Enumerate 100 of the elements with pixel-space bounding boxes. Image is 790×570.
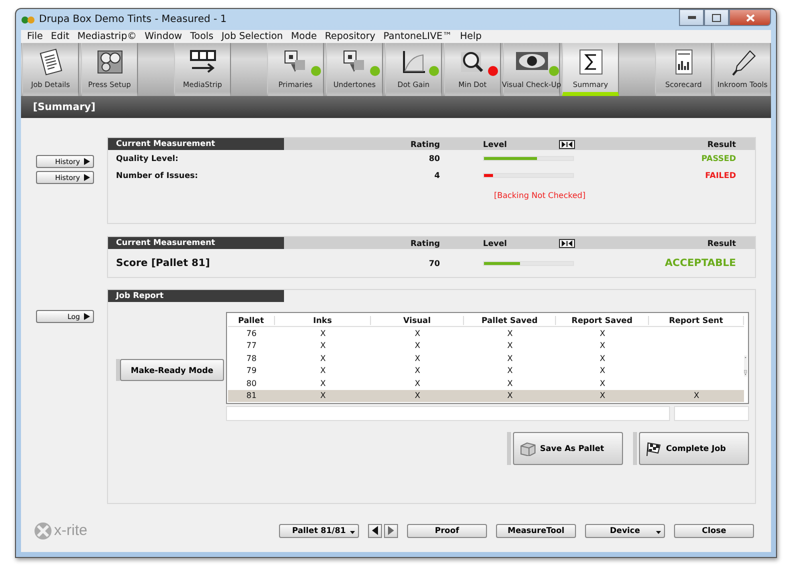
menu-item[interactable]: Help xyxy=(456,31,486,42)
metric-label: Number of Issues: xyxy=(115,171,199,180)
save-as-pallet-button[interactable]: Save As Pallet xyxy=(513,432,623,465)
column-header: Result xyxy=(707,238,737,248)
column-header: Result xyxy=(707,140,737,148)
footer-button[interactable]: MeasureTool xyxy=(496,524,576,538)
table-cell: X xyxy=(600,366,606,376)
table-row[interactable]: 79 X X X X xyxy=(228,364,744,377)
table-cell: X xyxy=(507,378,513,388)
table-row[interactable]: 80 X X X X xyxy=(228,377,744,390)
table-cell: 79 xyxy=(246,366,257,376)
table-cell: X xyxy=(600,328,606,338)
complete-job-button[interactable]: Complete Job xyxy=(639,432,749,465)
pallet-dropdown[interactable]: Pallet 81/81 xyxy=(279,524,359,538)
table-cell: 80 xyxy=(246,378,257,388)
footer-button[interactable]: Device xyxy=(585,524,665,538)
minimize-icon xyxy=(688,16,696,19)
input-field[interactable] xyxy=(226,406,670,421)
make-ready-mode-button[interactable]: Make-Ready Mode xyxy=(120,359,224,381)
footer-button[interactable]: Close xyxy=(674,524,754,538)
table-cell: X xyxy=(507,366,513,376)
column-header: Rating xyxy=(409,238,440,248)
table-row[interactable]: 77 X X X X xyxy=(228,340,744,352)
table-cell: X xyxy=(320,354,326,363)
column-header: Report Saved xyxy=(556,316,649,324)
table-cell: X xyxy=(320,366,326,376)
menu-item[interactable]: Mediastrip© xyxy=(73,31,141,42)
rating-value: 80 xyxy=(428,154,440,163)
table-row[interactable]: 81 X X X X X xyxy=(228,390,744,402)
checkered-flag-icon xyxy=(646,442,662,456)
panel-title: Current Measurement xyxy=(108,138,284,150)
table-cell: 76 xyxy=(246,328,257,338)
caret-icon xyxy=(656,530,661,534)
input-field[interactable] xyxy=(674,406,749,421)
app-icon xyxy=(21,14,35,26)
column-header: Pallet xyxy=(228,316,275,324)
table-cell: 78 xyxy=(246,354,257,363)
menu-item[interactable]: Window xyxy=(140,31,186,42)
table-row[interactable]: 78 X X X X xyxy=(228,352,744,364)
x-mark-icon xyxy=(34,522,52,540)
column-header: Report Sent xyxy=(649,316,744,324)
close-window-button[interactable] xyxy=(729,9,771,26)
table-cell: X xyxy=(600,341,606,350)
section-title: [Summary] xyxy=(33,102,96,112)
table-cell: X xyxy=(507,328,513,338)
play-arrow-icon xyxy=(84,174,90,181)
table-cell: X xyxy=(600,354,606,363)
table-cell: X xyxy=(414,366,420,376)
close-icon xyxy=(746,14,754,22)
minimize-button[interactable] xyxy=(679,9,704,26)
table-cell: X xyxy=(600,378,606,388)
table-cell: X xyxy=(320,341,326,350)
menu-item[interactable]: Mode xyxy=(286,31,321,42)
footer-button[interactable]: Proof xyxy=(407,524,487,538)
table-cell: X xyxy=(414,328,420,338)
table-cell: X xyxy=(320,391,326,400)
right-arrow-icon xyxy=(388,526,394,535)
table-cell: X xyxy=(694,391,700,400)
table-cell: X xyxy=(414,354,420,363)
play-arrow-icon xyxy=(84,158,90,165)
rating-value: 70 xyxy=(428,259,440,268)
result-label: PASSED xyxy=(701,154,737,163)
column-header: Level xyxy=(483,140,508,148)
table-row[interactable]: 76 X X X X xyxy=(228,327,744,340)
warning-note: [Backing Not Checked] xyxy=(494,190,586,200)
press-setup-icon xyxy=(94,48,124,76)
play-arrow-icon xyxy=(84,313,90,320)
toggle-icon[interactable] xyxy=(559,238,575,248)
next-button[interactable] xyxy=(384,524,398,538)
panel-title: Current Measurement xyxy=(108,237,284,249)
table-cell: X xyxy=(507,354,513,363)
table-cell: X xyxy=(414,378,420,388)
metric-label: Quality Level: xyxy=(115,154,180,163)
column-header: Rating xyxy=(409,140,440,148)
toggle-icon[interactable] xyxy=(559,140,575,148)
table-cell: 77 xyxy=(246,341,257,350)
window-title: Drupa Box Demo Tints - Measured - 1 xyxy=(39,14,227,25)
score-label: Score [Pallet 81] xyxy=(115,258,211,269)
menu-item[interactable]: PantoneLIVE™ xyxy=(379,31,456,42)
menu-item[interactable]: Tools xyxy=(186,31,218,42)
table-cell: X xyxy=(414,391,420,400)
menu-item[interactable]: File xyxy=(23,31,47,42)
caret-icon xyxy=(350,530,355,534)
panel-title: Job Report xyxy=(108,290,284,302)
table-cell: X xyxy=(414,341,420,350)
table-cell: X xyxy=(507,341,513,350)
maximize-button[interactable] xyxy=(704,9,729,26)
menu-item[interactable]: Job Selection xyxy=(217,31,287,42)
previous-button[interactable] xyxy=(368,524,382,538)
table-cell: X xyxy=(320,328,326,338)
menu-item[interactable]: Repository xyxy=(320,31,380,42)
table-cell: 81 xyxy=(246,391,257,400)
rating-value: 4 xyxy=(433,171,440,180)
result-label: FAILED xyxy=(705,171,737,180)
column-header: Visual xyxy=(371,316,464,324)
logo-text: x-rite xyxy=(54,522,88,539)
table-cell: X xyxy=(507,391,513,400)
column-header: Inks xyxy=(275,316,371,324)
result-label: ACCEPTABLE xyxy=(664,258,737,269)
menu-item[interactable]: Edit xyxy=(46,31,74,42)
